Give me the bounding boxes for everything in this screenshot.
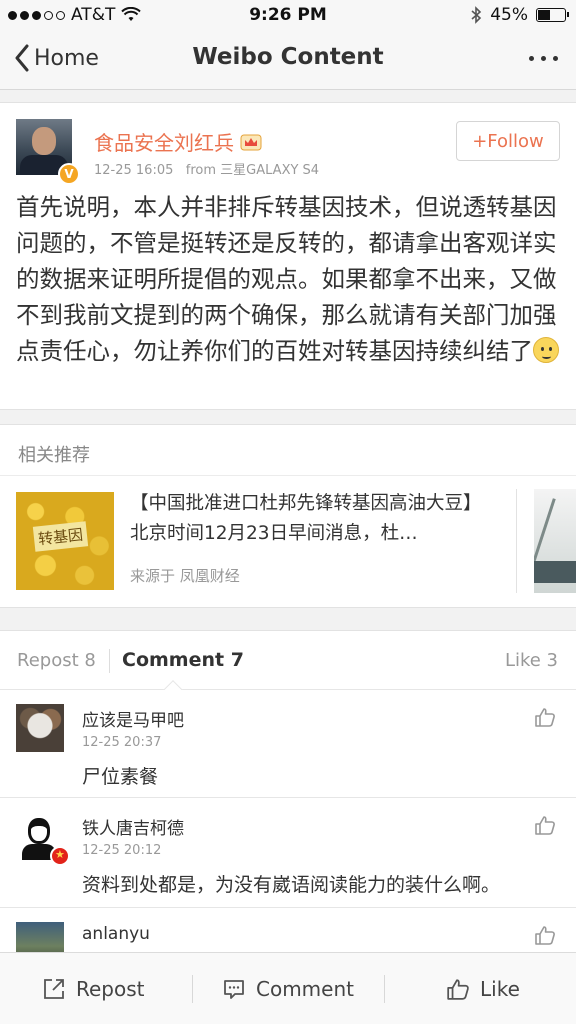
related-article-source: 来源于 凤凰财经 [130,567,240,585]
related-thumbnail[interactable]: 转基因 [16,492,114,590]
page-title: Weibo Content [192,44,384,70]
post-content: 首先说明，本人并非排斥转基因技术，但说透转基因问题的，不管是挺转还是反转的，都请… [16,189,562,369]
comment-list: 应该是马甲吧 12-25 20:37 尸位素餐 铁人唐吉柯德 12-25 20:… [0,690,576,952]
repost-button[interactable]: Repost [42,953,145,1024]
avatar[interactable] [16,922,64,952]
comment-author[interactable]: anlanyu [82,924,150,944]
comment-item: 铁人唐吉柯德 12-25 20:12 资料到处都是，为没有崴语阅读能力的装什么啊… [0,798,576,908]
like-button[interactable]: Like [446,953,520,1024]
comment-item: anlanyu [0,908,576,952]
post-source: from 三星GALAXY S4 [185,163,320,178]
weibo-post: V 食品安全刘红兵 12-25 16:05 from 三星GALAXY S4 +… [0,102,576,410]
tab-repost[interactable]: Repost 8 [17,650,96,671]
thumbnail-label: 转基因 [32,521,89,552]
navigation-bar: Home Weibo Content [0,30,576,90]
author-name-row[interactable]: 食品安全刘红兵 [94,127,262,156]
tab-comment[interactable]: Comment 7 [122,649,244,671]
repost-label: Repost [76,977,145,1001]
divider [0,475,576,476]
comment-item: 应该是马甲吧 12-25 20:37 尸位素餐 [0,690,576,798]
status-bar: AT&T 9:26 PM 45% [0,0,576,30]
follow-button[interactable]: +Follow [456,121,560,161]
thumbs-up-icon [447,979,469,1000]
more-options-icon[interactable] [529,56,558,61]
crown-icon [240,134,262,150]
comment-time: 12-25 20:37 [82,735,162,750]
divider [192,975,193,1003]
comment-author[interactable]: 应该是马甲吧 [82,706,184,731]
post-meta: 12-25 16:05 from 三星GALAXY S4 [94,159,319,178]
comment-text: 资料到处都是，为没有崴语阅读能力的装什么啊。 [82,874,501,896]
verified-badge-icon: V [58,163,80,185]
status-right: 45% [470,5,569,25]
avatar[interactable] [16,812,70,866]
comment-text: 尸位素餐 [82,766,159,788]
comment-label: Comment [256,977,354,1001]
battery-icon [536,8,569,22]
divider [516,489,517,593]
share-icon [44,979,64,999]
author-name: 食品安全刘红兵 [94,131,234,155]
thumbs-up-icon[interactable] [534,924,556,946]
thinking-emoji-icon [533,337,559,363]
bluetooth-icon [471,6,482,24]
comment-time: 12-25 20:12 [82,843,162,858]
avatar[interactable] [16,704,64,752]
like-label: Like [480,977,520,1001]
bottom-toolbar: Repost Comment Like [0,952,576,1024]
post-time: 12-25 16:05 [94,163,174,178]
related-recommendations: 相关推荐 转基因 【中国批准进口杜邦先锋转基因高油大豆】北京时间12月23日早间… [0,424,576,608]
divider [109,649,110,673]
battery-percent: 45% [490,5,528,25]
related-thumbnail-next[interactable] [534,489,576,593]
post-text: 首先说明，本人并非排斥转基因技术，但说透转基因问题的，不管是挺转还是反转的，都请… [16,193,557,365]
thumbs-up-icon[interactable] [534,814,556,836]
comment-icon [224,980,244,999]
related-article-title[interactable]: 【中国批准进口杜邦先锋转基因高油大豆】北京时间12月23日早间消息，杜… [130,489,494,549]
divider [384,975,385,1003]
author-avatar[interactable]: V [16,119,80,185]
thumbs-up-icon[interactable] [534,706,556,728]
badge-icon [50,846,70,866]
interaction-tabs: Repost 8 Comment 7 Like 3 [0,630,576,700]
comment-button[interactable]: Comment [222,953,354,1024]
related-title: 相关推荐 [18,445,90,466]
tab-like[interactable]: Like 3 [505,650,558,671]
comment-author[interactable]: 铁人唐吉柯德 [82,814,184,839]
